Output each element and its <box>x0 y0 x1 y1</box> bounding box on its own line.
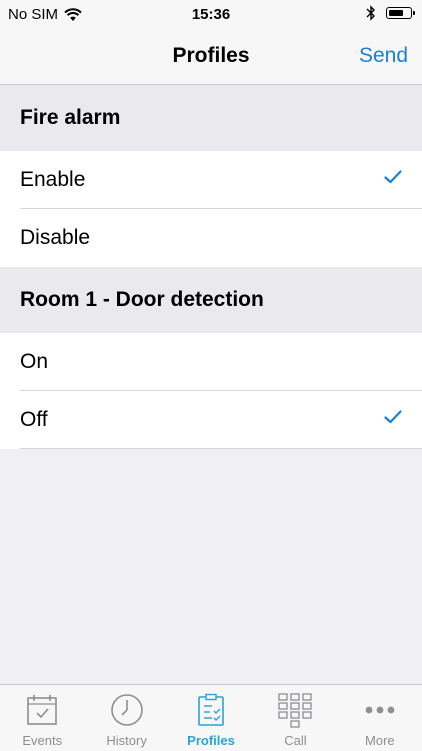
option-row-off[interactable]: Off <box>0 391 422 449</box>
status-bar: No SIM 15:36 <box>0 0 422 30</box>
tab-label: Profiles <box>187 733 235 748</box>
tab-label: Events <box>22 733 63 748</box>
status-time: 15:36 <box>191 6 231 23</box>
option-label: On <box>20 350 49 373</box>
clipboard-icon <box>198 693 224 726</box>
clock-icon <box>110 694 143 726</box>
calendar-icon <box>27 695 58 725</box>
option-label: Off <box>20 408 48 431</box>
more-icon <box>365 706 395 714</box>
section-header-door-detection: Room 1 - Door detection <box>0 267 422 333</box>
tab-bar: Events History Profiles Call More <box>0 684 422 751</box>
checkmark-icon <box>384 410 402 424</box>
option-row-enable[interactable]: Enable <box>0 151 422 209</box>
tab-events[interactable]: Events <box>0 685 84 751</box>
tab-label: Call <box>284 733 307 748</box>
send-button[interactable]: Send <box>359 44 408 68</box>
option-label: Disable <box>20 226 91 249</box>
navigation-bar: Profiles Send <box>0 30 422 85</box>
option-row-on[interactable]: On <box>0 333 422 391</box>
tab-label: More <box>365 733 395 748</box>
tab-call[interactable]: Call <box>253 685 337 751</box>
tab-more[interactable]: More <box>338 685 422 751</box>
keypad-icon <box>278 693 313 728</box>
tab-profiles[interactable]: Profiles <box>169 685 253 751</box>
status-right-group <box>366 5 415 21</box>
section-header-fire-alarm: Fire alarm <box>0 85 422 151</box>
option-label: Enable <box>20 168 86 191</box>
option-row-disable[interactable]: Disable <box>0 209 422 267</box>
tab-label: History <box>106 733 147 748</box>
battery-icon <box>386 7 415 19</box>
checkmark-icon <box>384 170 402 184</box>
profiles-list: Fire alarm Enable Disable Room 1 - Door … <box>0 85 422 449</box>
bluetooth-icon <box>366 5 375 21</box>
tab-history[interactable]: History <box>84 685 168 751</box>
